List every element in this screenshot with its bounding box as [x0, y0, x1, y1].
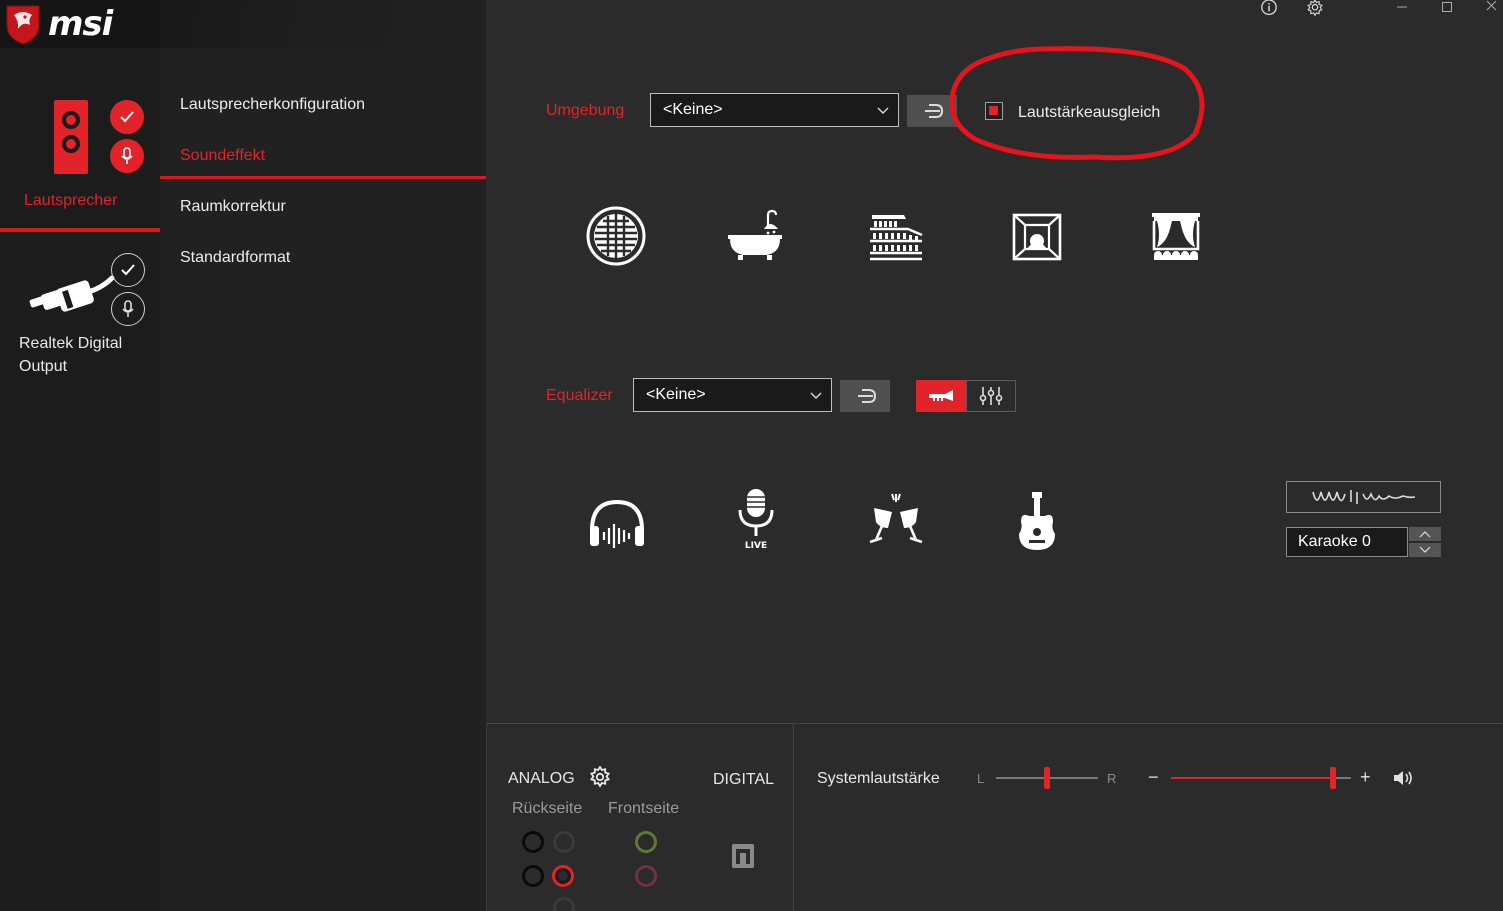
speaker-output-check-badge	[110, 100, 144, 134]
analog-label: ANALOG	[508, 770, 575, 787]
party-cheers-icon[interactable]	[864, 490, 928, 554]
voice-cancellation-button[interactable]	[1286, 481, 1441, 513]
balance-right-label: R	[1107, 771, 1117, 786]
trumpet-icon	[929, 390, 953, 401]
menu-item-room-correction[interactable]: Raumkorrektur	[180, 198, 286, 216]
theater-icon[interactable]	[1145, 205, 1209, 269]
menu-item-speaker-config[interactable]: Lautsprecherkonfiguration	[180, 96, 365, 114]
equalizer-reset-button[interactable]	[840, 380, 890, 412]
arena-icon[interactable]	[864, 205, 928, 269]
karaoke-increment-button[interactable]	[1409, 527, 1441, 541]
gear-icon[interactable]	[1305, 0, 1325, 18]
msi-logo: msi	[4, 2, 164, 46]
live-microphone-icon[interactable]: LIVE	[724, 486, 788, 550]
chevron-up-icon	[1419, 531, 1431, 538]
environment-select[interactable]: <Keine>	[650, 93, 899, 127]
rear-jack-black[interactable]	[522, 831, 544, 853]
front-jack-green[interactable]	[635, 831, 657, 853]
live-text: LIVE	[745, 541, 767, 550]
menu-item-sound-effect[interactable]: Soundeffekt	[180, 147, 265, 165]
bottom-divider	[793, 724, 794, 911]
close-button[interactable]	[1482, 0, 1502, 16]
device-active-indicator	[0, 228, 160, 232]
rear-jack-gray[interactable]	[553, 831, 575, 853]
dragon-shield-icon	[6, 5, 40, 45]
chevron-down-icon	[877, 107, 889, 114]
info-icon[interactable]	[1259, 0, 1279, 18]
device-speaker[interactable]: Lautsprecher	[0, 90, 160, 232]
loudness-equalization-label: Lautstärkeausgleich	[1018, 104, 1161, 121]
eq-manual-mode-button[interactable]	[966, 380, 1016, 412]
minimize-button[interactable]	[1392, 0, 1412, 16]
maximize-button[interactable]	[1437, 0, 1457, 16]
loudness-equalization-checkbox[interactable]	[985, 102, 1003, 120]
volume-slider-thumb[interactable]	[1330, 767, 1336, 789]
bathroom-icon[interactable]	[724, 205, 788, 269]
volume-slider-fill	[1171, 777, 1333, 779]
speaker-volume-icon[interactable]	[1392, 769, 1414, 787]
sewer-pipe-icon[interactable]	[585, 205, 649, 269]
karaoke-decrement-button[interactable]	[1409, 543, 1441, 557]
environment-label: Umgebung	[546, 102, 625, 119]
chevron-down-icon	[1419, 546, 1431, 553]
undo-icon	[925, 104, 944, 118]
headphones-icon[interactable]	[585, 492, 649, 556]
menu-active-indicator	[160, 176, 486, 179]
microphone-icon	[121, 147, 133, 164]
balance-slider-thumb[interactable]	[1044, 767, 1050, 789]
equalizer-label: Equalizer	[546, 387, 613, 404]
spdif-port-icon[interactable]	[731, 843, 755, 869]
front-panel-label: Frontseite	[608, 800, 680, 817]
sliders-icon	[979, 387, 1003, 405]
eq-preset-mode-button[interactable]	[916, 380, 966, 412]
guitar-icon[interactable]	[1005, 490, 1069, 554]
front-jack-pink[interactable]	[635, 865, 657, 887]
digital-label: DIGITAL	[713, 771, 775, 788]
volume-plus-button[interactable]: +	[1360, 767, 1371, 788]
speaker-icon	[54, 100, 88, 174]
equalizer-select[interactable]: <Keine>	[633, 378, 832, 412]
stone-room-icon[interactable]	[1005, 205, 1069, 269]
digital-output-check-badge	[111, 253, 145, 287]
checkmark-icon	[121, 264, 135, 276]
rear-jack-red[interactable]	[552, 865, 574, 887]
environment-reset-button[interactable]	[907, 95, 957, 127]
checkmark-icon	[120, 111, 134, 123]
menu-item-default-format[interactable]: Standardformat	[180, 249, 290, 267]
undo-icon	[858, 389, 877, 403]
system-volume-label: Systemlautstärke	[817, 770, 940, 787]
brand-name: msi	[48, 4, 113, 44]
device-label-digital: Realtek Digital Output	[19, 335, 123, 375]
device-digital-output[interactable]: Realtek Digital Output	[0, 240, 160, 390]
analog-settings-gear-icon[interactable]	[589, 766, 611, 788]
submenu-panel	[160, 0, 486, 911]
chevron-down-icon	[810, 392, 822, 399]
speaker-mic-badge	[110, 139, 144, 173]
spdif-cable-icon	[29, 275, 115, 312]
balance-left-label: L	[977, 771, 985, 786]
microphone-icon	[122, 300, 134, 317]
rear-panel-label: Rückseite	[512, 800, 583, 817]
volume-minus-button[interactable]: −	[1148, 767, 1159, 788]
digital-mic-badge	[111, 292, 145, 326]
karaoke-value-field[interactable]: Karaoke 0	[1286, 527, 1408, 557]
rear-jack-black-2[interactable]	[522, 865, 544, 887]
device-label-speaker: Lautsprecher	[24, 192, 118, 209]
waveform-icon	[1311, 490, 1415, 504]
